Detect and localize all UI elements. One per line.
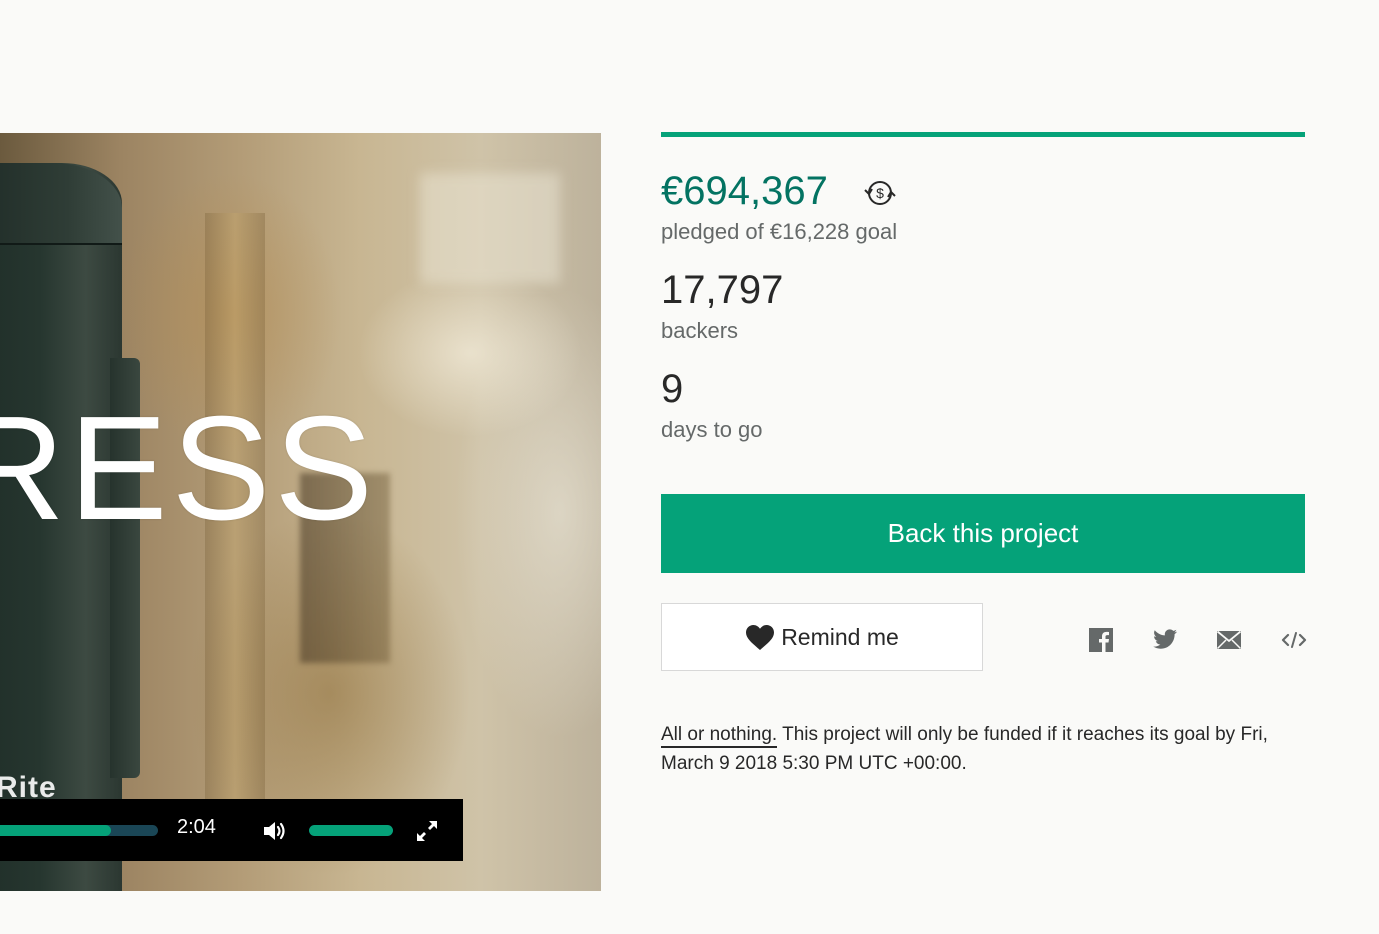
video-time: 2:04 [177, 816, 216, 838]
funding-terms-note: All or nothing. This project will only b… [661, 720, 1311, 778]
volume-level [309, 825, 393, 836]
volume-slider[interactable] [309, 825, 393, 836]
project-video[interactable]: RESS Rite [0, 133, 601, 891]
remind-me-button[interactable]: Remind me [661, 603, 983, 671]
pledged-goal-caption: pledged of €16,228 goal [661, 219, 898, 244]
remind-me-label: Remind me [781, 623, 899, 650]
backers-caption: backers [661, 318, 739, 343]
back-project-button[interactable]: Back this project [661, 494, 1305, 573]
svg-text:$: $ [876, 185, 884, 201]
funding-progress-fill [661, 132, 1305, 137]
video-controls: 2:04 [0, 799, 463, 861]
days-remaining: 9 [661, 367, 684, 411]
funding-progress-bar [661, 132, 1305, 137]
video-overlay-text: RESS [0, 386, 378, 551]
video-progress-fill [0, 825, 111, 836]
embed-icon[interactable] [1280, 626, 1308, 654]
backers-count: 17,797 [661, 268, 784, 312]
facebook-icon[interactable] [1087, 626, 1115, 654]
heart-icon [746, 624, 775, 650]
video-progress-bar[interactable] [0, 825, 158, 836]
project-page: RESS Rite 2:04 €694,367 $ pledged of €16… [0, 0, 1379, 934]
volume-icon[interactable] [262, 818, 288, 844]
currency-conversion-icon[interactable]: $ [862, 176, 898, 210]
all-or-nothing-link[interactable]: All or nothing. [661, 724, 778, 748]
twitter-icon[interactable] [1151, 626, 1179, 654]
email-icon[interactable] [1215, 626, 1243, 654]
days-caption: days to go [661, 417, 763, 442]
fullscreen-icon[interactable] [415, 819, 439, 843]
pledged-amount: €694,367 [661, 169, 828, 213]
